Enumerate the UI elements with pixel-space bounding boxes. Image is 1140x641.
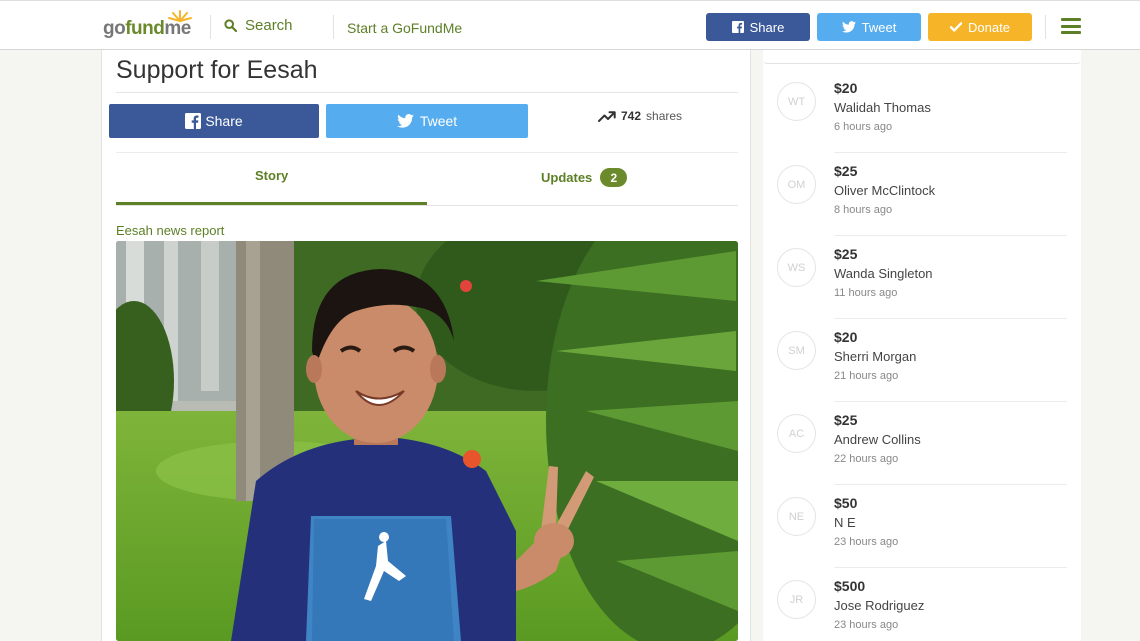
logo-part-fund: fund bbox=[125, 18, 165, 39]
search-label: Search bbox=[245, 17, 293, 34]
donation-amount: $25 bbox=[834, 412, 858, 428]
donation-item: JR $500 Jose Rodriguez 23 hours ago bbox=[777, 568, 1067, 641]
donor-name: Jose Rodriguez bbox=[834, 598, 925, 613]
updates-count-badge: 2 bbox=[600, 168, 628, 187]
gofundme-logo[interactable]: gofundme bbox=[103, 10, 198, 40]
donation-item: WT $20 Walidah Thomas 6 hours ago bbox=[777, 70, 1067, 153]
top-navbar: gofundme Search Start a GoFundMe Share T… bbox=[0, 0, 1140, 50]
tab-story[interactable]: Story bbox=[255, 168, 288, 183]
boy-peace-sign-photo bbox=[116, 241, 738, 641]
donation-amount: $20 bbox=[834, 80, 858, 96]
twitter-icon bbox=[841, 21, 856, 33]
tab-updates[interactable]: Updates 2 bbox=[541, 168, 628, 187]
logo-part-me: me bbox=[164, 18, 191, 39]
header-donate-label: Donate bbox=[968, 19, 1010, 35]
donation-amount: $20 bbox=[834, 329, 858, 345]
donor-name: Andrew Collins bbox=[834, 432, 921, 447]
share-label: Share bbox=[205, 113, 243, 129]
divider bbox=[116, 152, 738, 153]
header-donate-button[interactable]: Donate bbox=[928, 13, 1032, 41]
tweet-label: Tweet bbox=[419, 113, 458, 129]
panel-top-edge bbox=[763, 50, 1081, 64]
donation-time: 8 hours ago bbox=[834, 204, 893, 216]
donation-time: 23 hours ago bbox=[834, 619, 899, 631]
donor-avatar: SM bbox=[777, 331, 816, 370]
header-tweet-button[interactable]: Tweet bbox=[817, 13, 921, 41]
donation-amount: $25 bbox=[834, 163, 858, 179]
shares-count: 742 shares bbox=[598, 109, 682, 123]
donor-name: Oliver McClintock bbox=[834, 183, 936, 198]
campaign-main-panel: Support for Eesah Share Tweet 742 shares… bbox=[101, 50, 751, 641]
donor-name: Walidah Thomas bbox=[834, 100, 931, 115]
shares-label: shares bbox=[646, 109, 683, 123]
tab-updates-label: Updates bbox=[541, 170, 593, 185]
tweet-button[interactable]: Tweet bbox=[326, 104, 528, 138]
donation-item: WS $25 Wanda Singleton 11 hours ago bbox=[777, 236, 1067, 319]
donations-panel: WT $20 Walidah Thomas 6 hours ago OM $25… bbox=[763, 50, 1081, 641]
facebook-icon bbox=[731, 21, 744, 33]
header-share-button[interactable]: Share bbox=[706, 13, 810, 41]
search-link[interactable]: Search bbox=[224, 17, 293, 34]
donor-avatar: JR bbox=[777, 580, 816, 619]
donation-time: 22 hours ago bbox=[834, 453, 899, 465]
search-icon bbox=[224, 19, 237, 32]
donation-amount: $25 bbox=[834, 246, 858, 262]
donation-time: 6 hours ago bbox=[834, 121, 893, 133]
donation-amount: $50 bbox=[834, 495, 858, 511]
donation-item: NE $50 N E 23 hours ago bbox=[777, 485, 1067, 568]
tabs-divider bbox=[116, 205, 738, 206]
trending-up-icon bbox=[598, 110, 616, 122]
title-divider bbox=[116, 92, 738, 93]
campaign-title: Support for Eesah bbox=[116, 56, 318, 84]
hamburger-menu-icon[interactable] bbox=[1061, 18, 1081, 34]
donation-time: 21 hours ago bbox=[834, 370, 899, 382]
donor-avatar: WS bbox=[777, 248, 816, 287]
donor-name: Sherri Morgan bbox=[834, 349, 917, 364]
start-gofundme-link[interactable]: Start a GoFundMe bbox=[347, 20, 462, 36]
nav-divider bbox=[333, 15, 334, 39]
campaign-photo[interactable] bbox=[116, 241, 738, 641]
facebook-icon bbox=[185, 113, 202, 129]
header-share-label: Share bbox=[749, 19, 785, 35]
donor-name: Wanda Singleton bbox=[834, 266, 933, 281]
donation-item: OM $25 Oliver McClintock 8 hours ago bbox=[777, 153, 1067, 236]
donation-time: 23 hours ago bbox=[834, 536, 899, 548]
nav-divider bbox=[1045, 15, 1046, 39]
shares-number: 742 bbox=[621, 109, 642, 123]
checkmark-icon bbox=[950, 22, 963, 32]
nav-divider bbox=[210, 15, 211, 39]
header-tweet-label: Tweet bbox=[861, 19, 897, 35]
donor-avatar: OM bbox=[777, 165, 816, 204]
donor-name: N E bbox=[834, 515, 856, 530]
donor-avatar: NE bbox=[777, 497, 816, 536]
donation-time: 11 hours ago bbox=[834, 287, 898, 299]
donor-avatar: AC bbox=[777, 414, 816, 453]
logo-part-go: go bbox=[103, 18, 126, 39]
twitter-icon bbox=[396, 114, 414, 128]
donor-avatar: WT bbox=[777, 82, 816, 121]
donation-item: SM $20 Sherri Morgan 21 hours ago bbox=[777, 319, 1067, 402]
donation-item: AC $25 Andrew Collins 22 hours ago bbox=[777, 402, 1067, 485]
donation-amount: $500 bbox=[834, 578, 866, 594]
media-caption-link[interactable]: Eesah news report bbox=[116, 223, 224, 238]
logo-wordmark: gofundme bbox=[103, 18, 191, 40]
share-button[interactable]: Share bbox=[109, 104, 319, 138]
